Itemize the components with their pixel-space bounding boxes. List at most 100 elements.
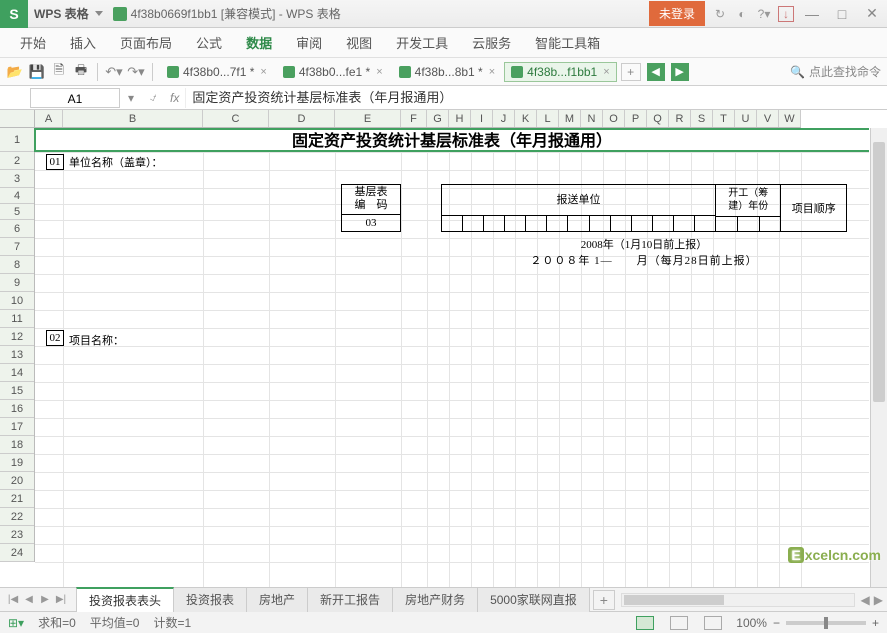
view-fullscreen-icon[interactable]	[704, 616, 722, 630]
col-header-F[interactable]: F	[401, 110, 427, 127]
menu-插入[interactable]: 插入	[60, 29, 106, 56]
row-header-7[interactable]: 7	[0, 238, 34, 256]
col-header-D[interactable]: D	[269, 110, 335, 127]
col-header-V[interactable]: V	[757, 110, 779, 127]
col-header-S[interactable]: S	[691, 110, 713, 127]
skin-icon[interactable]: ◐	[734, 6, 750, 22]
command-search[interactable]: 🔍 点此查找命令	[790, 63, 881, 80]
row-header-11[interactable]: 11	[0, 310, 34, 328]
app-name[interactable]: WPS 表格	[28, 5, 95, 22]
col-header-W[interactable]: W	[779, 110, 801, 127]
row-header-3[interactable]: 3	[0, 170, 34, 188]
app-menu-dropdown-icon[interactable]	[95, 11, 103, 16]
view-page-icon[interactable]	[670, 616, 688, 630]
menu-智能工具箱[interactable]: 智能工具箱	[525, 29, 610, 56]
hscroll-right-icon[interactable]: ▶	[874, 593, 883, 607]
col-header-E[interactable]: E	[335, 110, 401, 127]
menu-数据[interactable]: 数据	[236, 29, 282, 56]
col-header-C[interactable]: C	[203, 110, 269, 127]
name-box[interactable]: A1	[30, 88, 120, 108]
redo-icon[interactable]: ↷▾	[127, 63, 145, 81]
cell-01-code[interactable]: 01	[46, 154, 64, 170]
menu-云服务[interactable]: 云服务	[462, 29, 521, 56]
row-header-24[interactable]: 24	[0, 544, 34, 562]
app-logo-icon[interactable]: S	[0, 0, 28, 28]
menu-审阅[interactable]: 审阅	[286, 29, 332, 56]
row-headers[interactable]: 123456789101112131415161718192021222324	[0, 128, 35, 562]
sheet-title-cell[interactable]: 固定资产投资统计基层标准表（年月报通用）	[35, 128, 869, 152]
row-header-1[interactable]: 1	[0, 128, 34, 152]
note-2008[interactable]: 2008年（1月10日前上报）	[441, 236, 847, 252]
sheet-tab[interactable]: 5000家联网直报	[477, 587, 590, 612]
sheet-tab[interactable]: 投资报表	[173, 587, 247, 612]
file-tab[interactable]: 4f38b0...fe1 *×	[276, 62, 390, 82]
col-header-Q[interactable]: Q	[647, 110, 669, 127]
row-header-6[interactable]: 6	[0, 220, 34, 238]
col-header-G[interactable]: G	[427, 110, 449, 127]
login-button[interactable]: 未登录	[649, 1, 705, 26]
row-header-15[interactable]: 15	[0, 382, 34, 400]
save-icon[interactable]: 💾	[28, 63, 46, 81]
file-tab-close-icon[interactable]: ×	[376, 66, 382, 78]
column-headers[interactable]: ABCDEFGHIJKLMNOPQRSTUVW	[35, 110, 801, 128]
print-preview-icon[interactable]: 🗎	[50, 63, 68, 81]
row-header-21[interactable]: 21	[0, 490, 34, 508]
vertical-scrollbar[interactable]	[870, 128, 887, 587]
formula-content[interactable]: 固定资产投资统计基层标准表（年月报通用）	[185, 88, 887, 108]
print-icon[interactable]: 🖶	[72, 63, 90, 81]
row-header-10[interactable]: 10	[0, 292, 34, 310]
file-tab-close-icon[interactable]: ×	[489, 66, 495, 78]
row-header-13[interactable]: 13	[0, 346, 34, 364]
zoom-in-button[interactable]: +	[872, 616, 879, 630]
note-monthly[interactable]: ２００８年 1— 月（每月28日前上报）	[441, 252, 847, 268]
zoom-out-button[interactable]: −	[773, 616, 780, 630]
col-header-U[interactable]: U	[735, 110, 757, 127]
select-all-corner[interactable]	[0, 110, 35, 128]
row-header-18[interactable]: 18	[0, 436, 34, 454]
file-tab[interactable]: 4f38b...f1bb1×	[504, 62, 617, 82]
horizontal-scrollbar[interactable]	[621, 593, 855, 607]
zoom-value[interactable]: 100%	[736, 616, 767, 630]
name-box-dropdown-icon[interactable]: ▾	[120, 91, 142, 105]
col-header-O[interactable]: O	[603, 110, 625, 127]
row-header-20[interactable]: 20	[0, 472, 34, 490]
menu-页面布局[interactable]: 页面布局	[110, 29, 182, 56]
col-header-T[interactable]: T	[713, 110, 735, 127]
spreadsheet-grid[interactable]: ABCDEFGHIJKLMNOPQRSTUVW 1234567891011121…	[0, 110, 887, 587]
file-tab-close-icon[interactable]: ×	[260, 66, 266, 78]
cell-unit-name-label[interactable]: 单位名称（盖章）：	[69, 154, 163, 170]
row-header-17[interactable]: 17	[0, 418, 34, 436]
col-header-N[interactable]: N	[581, 110, 603, 127]
menu-公式[interactable]: 公式	[186, 29, 232, 56]
sheet-nav-last-icon[interactable]: ▶|	[54, 593, 68, 607]
row-header-5[interactable]: 5	[0, 204, 34, 220]
row-header-2[interactable]: 2	[0, 152, 34, 170]
row-header-23[interactable]: 23	[0, 526, 34, 544]
row-header-12[interactable]: 12	[0, 328, 34, 346]
view-normal-icon[interactable]	[636, 616, 654, 630]
col-header-P[interactable]: P	[625, 110, 647, 127]
row-header-14[interactable]: 14	[0, 364, 34, 382]
row-header-16[interactable]: 16	[0, 400, 34, 418]
menu-开始[interactable]: 开始	[10, 29, 56, 56]
close-button[interactable]: ✕	[859, 4, 885, 24]
feedback-icon[interactable]: ↓	[778, 6, 794, 22]
sheet-tab[interactable]: 房地产财务	[392, 587, 478, 612]
row-header-19[interactable]: 19	[0, 454, 34, 472]
cell-02-code[interactable]: 02	[46, 330, 64, 346]
cell-project-name-label[interactable]: 项目名称：	[69, 332, 124, 348]
file-tab[interactable]: 4f38b0...7f1 *×	[160, 62, 274, 82]
file-tab[interactable]: 4f38b...8b1 *×	[392, 62, 503, 82]
scrollbar-thumb[interactable]	[873, 142, 885, 402]
cells-area[interactable]: 固定资产投资统计基层标准表（年月报通用） 01 单位名称（盖章）： 02 项目名…	[35, 128, 869, 587]
col-header-M[interactable]: M	[559, 110, 581, 127]
sheet-tab[interactable]: 投资报表表头	[76, 587, 174, 612]
sync-icon[interactable]: ↻	[712, 6, 728, 22]
menu-开发工具[interactable]: 开发工具	[386, 29, 458, 56]
sheet-tab[interactable]: 房地产	[246, 587, 308, 612]
row-header-8[interactable]: 8	[0, 256, 34, 274]
open-icon[interactable]: 📂	[6, 63, 24, 81]
maximize-button[interactable]: □	[829, 4, 855, 24]
minimize-button[interactable]: —	[799, 4, 825, 24]
new-tab-button[interactable]: +	[621, 63, 641, 81]
